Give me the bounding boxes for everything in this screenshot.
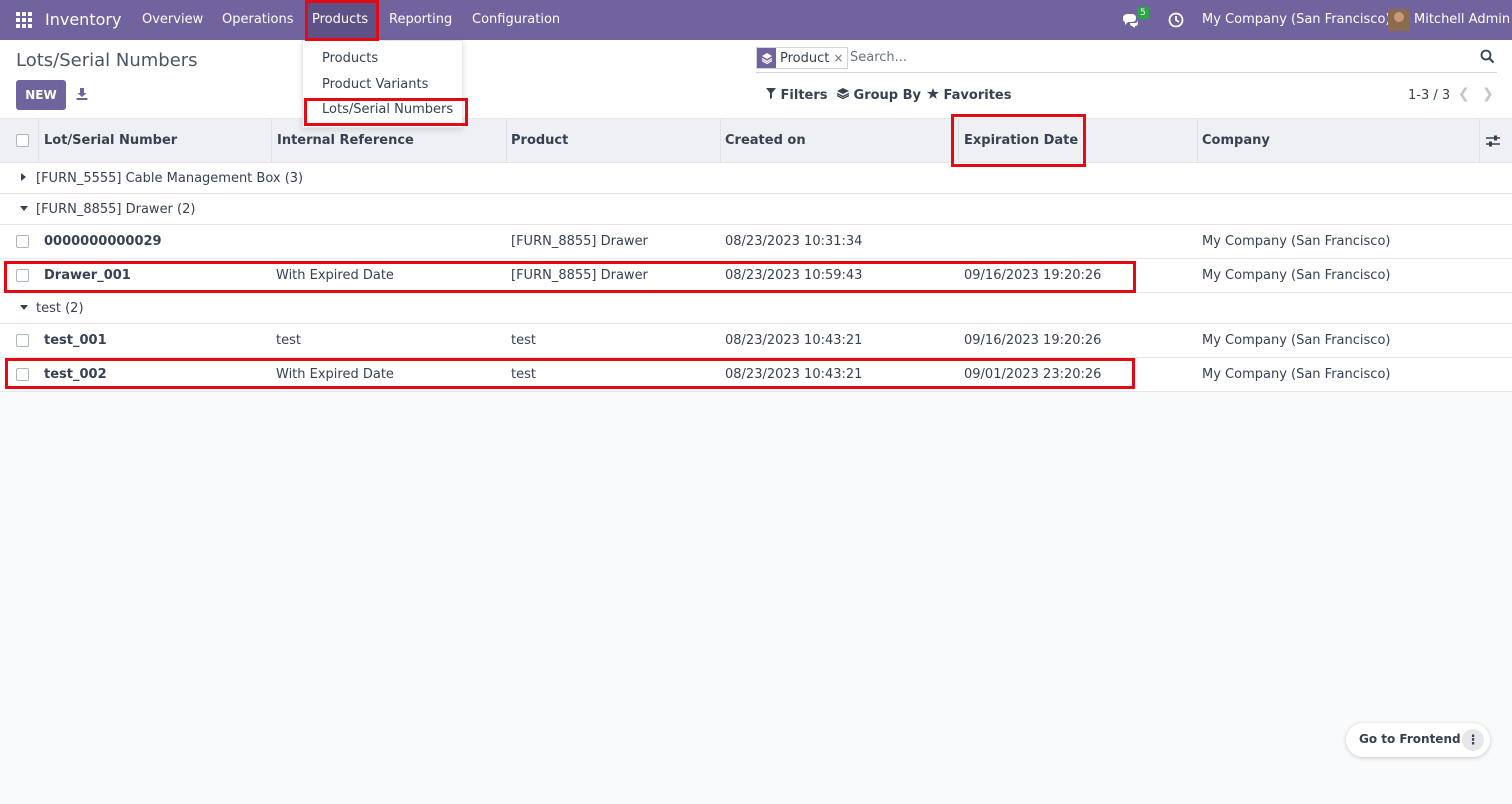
pager-next-icon[interactable]: ❯ [1482, 86, 1494, 102]
pager-value[interactable]: 1-3 / 3 [1408, 88, 1450, 103]
apps-grid-icon[interactable] [16, 12, 32, 28]
caret-right-icon [21, 173, 26, 181]
menu-item-product-variants[interactable]: Product Variants [322, 77, 428, 92]
facet-remove-icon[interactable]: × [833, 51, 847, 65]
search-input[interactable] [850, 50, 1450, 65]
nav-overview[interactable]: Overview [142, 12, 203, 27]
nav-configuration[interactable]: Configuration [472, 12, 560, 27]
select-all-checkbox[interactable] [16, 134, 29, 147]
layers-icon [836, 88, 850, 100]
row-checkbox[interactable] [16, 235, 29, 248]
group-by-label: Group By [853, 88, 922, 103]
group-by-button[interactable]: Group By [836, 88, 922, 103]
menu-item-products[interactable]: Products [322, 51, 378, 66]
new-button[interactable]: NEW [16, 80, 66, 110]
cell-created: 08/23/2023 10:43:21 [725, 333, 863, 348]
column-separator [1197, 119, 1198, 163]
column-separator [1479, 119, 1480, 163]
row-checkbox[interactable] [16, 334, 29, 347]
favorites-button[interactable]: Favorites [927, 88, 1011, 103]
column-separator [506, 119, 507, 163]
caret-down-icon [20, 206, 28, 211]
control-panel: Lots/Serial Numbers NEW Product × Filter… [0, 40, 1512, 118]
cell-company: My Company (San Francisco) [1202, 268, 1391, 283]
header-internal-reference[interactable]: Internal Reference [277, 133, 414, 148]
group-row[interactable]: test (2) [0, 293, 1512, 324]
nav-reporting[interactable]: Reporting [389, 12, 452, 27]
page-title: Lots/Serial Numbers [16, 50, 198, 71]
search-icon[interactable] [1480, 49, 1495, 64]
favorites-label: Favorites [943, 88, 1012, 103]
layers-icon [757, 48, 776, 68]
group-label: test (2) [36, 301, 84, 316]
header-product[interactable]: Product [511, 133, 568, 148]
highlight-products-menu [305, 0, 379, 41]
cell-company: My Company (San Francisco) [1202, 333, 1391, 348]
header-lot-serial[interactable]: Lot/Serial Number [44, 133, 177, 148]
download-icon[interactable] [75, 87, 89, 101]
cell-product: [FURN_8855] Drawer [511, 234, 648, 249]
table-row[interactable]: 0000000000029 [FURN_8855] Drawer 08/23/2… [0, 225, 1512, 259]
highlight-row-drawer-001 [4, 261, 1136, 293]
filter-funnel-icon [766, 88, 776, 99]
group-label: [FURN_5555] Cable Management Box (3) [36, 171, 304, 186]
pager-prev-icon[interactable]: ❮ [1458, 86, 1470, 102]
activity-clock-icon[interactable] [1168, 12, 1184, 28]
app-brand[interactable]: Inventory [45, 10, 121, 29]
column-separator [720, 119, 721, 163]
group-row[interactable]: [FURN_8855] Drawer (2) [0, 194, 1512, 225]
cell-company: My Company (San Francisco) [1202, 367, 1391, 382]
top-navbar: Inventory Overview Operations Products R… [0, 0, 1512, 40]
search-facet-product: Product × [756, 47, 849, 69]
highlight-lots-menu-item [304, 98, 468, 126]
highlight-expiration-header [951, 114, 1086, 167]
highlight-row-test-002 [5, 358, 1135, 389]
nav-operations[interactable]: Operations [222, 12, 293, 27]
cell-reference: test [276, 333, 301, 348]
company-switcher[interactable]: My Company (San Francisco) [1202, 12, 1390, 27]
facet-value: Product [780, 50, 830, 66]
column-separator [271, 119, 272, 163]
cell-expiration: 09/16/2023 19:20:26 [964, 333, 1102, 348]
more-options-icon[interactable]: ⋮ [1462, 729, 1484, 751]
table-row[interactable]: test_001 test test 08/23/2023 10:43:21 0… [0, 324, 1512, 358]
user-menu[interactable]: Mitchell Admin [1414, 12, 1510, 27]
list-header: Lot/Serial Number Internal Reference Pro… [0, 118, 1512, 163]
frontend-widget: Go to Frontend ⋮ [1346, 723, 1490, 757]
header-created-on[interactable]: Created on [725, 133, 806, 148]
user-avatar[interactable] [1388, 9, 1410, 31]
star-icon [927, 88, 939, 99]
column-separator [38, 119, 39, 163]
cell-company: My Company (San Francisco) [1202, 234, 1391, 249]
cell-created: 08/23/2023 10:31:34 [725, 234, 863, 249]
caret-down-icon [20, 305, 28, 310]
search-bar: Product × [756, 46, 1497, 73]
cell-lot: test_001 [44, 333, 107, 348]
group-label: [FURN_8855] Drawer (2) [36, 202, 196, 217]
messages-count-badge: 5 [1137, 7, 1149, 19]
group-row[interactable]: [FURN_5555] Cable Management Box (3) [0, 163, 1512, 194]
cell-product: test [511, 333, 536, 348]
filters-button[interactable]: Filters [766, 88, 828, 103]
optional-columns-icon[interactable] [1486, 134, 1500, 148]
go-to-frontend-button[interactable]: Go to Frontend [1359, 732, 1461, 746]
header-company[interactable]: Company [1202, 133, 1270, 148]
cell-lot: 0000000000029 [44, 234, 162, 249]
filters-label: Filters [780, 88, 828, 103]
